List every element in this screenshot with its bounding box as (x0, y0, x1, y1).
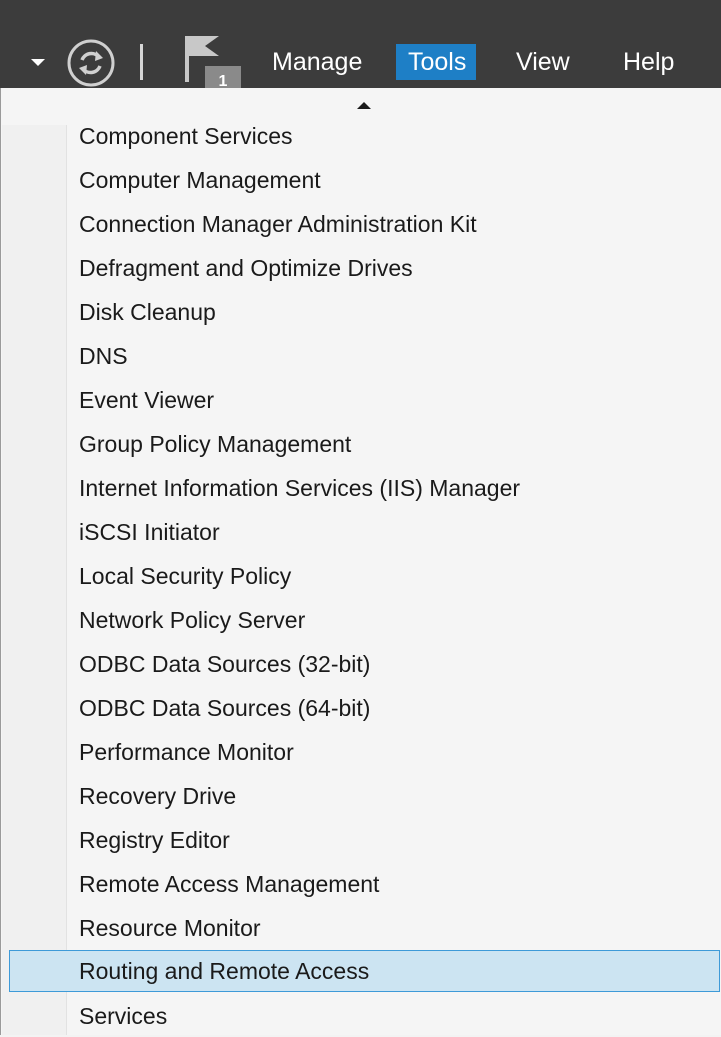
menu-item-local-security-policy[interactable]: Local Security Policy (9, 555, 720, 597)
menu-item-network-policy-server[interactable]: Network Policy Server (9, 599, 720, 641)
menu-item-event-viewer[interactable]: Event Viewer (9, 379, 720, 421)
menu-item-iis-manager[interactable]: Internet Information Services (IIS) Mana… (9, 467, 720, 509)
chevron-down-icon[interactable] (31, 59, 45, 66)
menu-item-label: Performance Monitor (79, 739, 294, 765)
menu-view[interactable]: View (504, 44, 582, 80)
menu-item-label: Event Viewer (79, 387, 215, 413)
menu-item-label: Local Security Policy (79, 563, 292, 589)
server-manager-toolbar: 1 Manage Tools View Help (0, 0, 721, 90)
menu-item-services[interactable]: Services (9, 995, 720, 1037)
menu-item-computer-management[interactable]: Computer Management (9, 159, 720, 201)
menu-item-resource-monitor[interactable]: Resource Monitor (9, 907, 720, 949)
menu-item-label: Services (79, 1003, 168, 1029)
menu-item-label: DNS (79, 343, 128, 369)
menu-item-label: ODBC Data Sources (32-bit) (79, 651, 371, 677)
menu-item-label: Resource Monitor (79, 915, 261, 941)
menu-item-routing-remote-access[interactable]: Routing and Remote Access (9, 950, 720, 992)
menu-item-label: Recovery Drive (79, 783, 237, 809)
menu-item-label: Disk Cleanup (79, 299, 216, 325)
menu-item-label: Computer Management (79, 167, 321, 193)
menu-item-label: Internet Information Services (IIS) Mana… (79, 475, 521, 501)
menu-item-registry-editor[interactable]: Registry Editor (9, 819, 720, 861)
menu-item-label: Remote Access Management (79, 871, 380, 897)
menu-item-label: Component Services (79, 123, 293, 149)
menu-item-label: Registry Editor (79, 827, 230, 853)
tools-dropdown-menu: Component Services Computer Management C… (0, 88, 721, 1035)
menu-item-performance-monitor[interactable]: Performance Monitor (9, 731, 720, 773)
menu-item-connection-manager-admin-kit[interactable]: Connection Manager Administration Kit (9, 203, 720, 245)
menu-item-component-services[interactable]: Component Services (9, 115, 720, 157)
menu-item-label: Network Policy Server (79, 607, 306, 633)
menu-item-label: iSCSI Initiator (79, 519, 220, 545)
menu-item-disk-cleanup[interactable]: Disk Cleanup (9, 291, 720, 333)
menu-item-label: ODBC Data Sources (64-bit) (79, 695, 371, 721)
menu-item-label: Connection Manager Administration Kit (79, 211, 477, 237)
refresh-icon[interactable] (66, 37, 118, 89)
menu-item-group-policy-management[interactable]: Group Policy Management (9, 423, 720, 465)
menu-item-iscsi-initiator[interactable]: iSCSI Initiator (9, 511, 720, 553)
scroll-up-arrow-icon[interactable] (357, 102, 371, 109)
menu-item-dns[interactable]: DNS (9, 335, 720, 377)
menu-item-label: Routing and Remote Access (79, 958, 370, 984)
menu-manage[interactable]: Manage (260, 44, 374, 80)
menu-item-odbc-32[interactable]: ODBC Data Sources (32-bit) (9, 643, 720, 685)
menu-item-defragment-drives[interactable]: Defragment and Optimize Drives (9, 247, 720, 289)
menu-item-recovery-drive[interactable]: Recovery Drive (9, 775, 720, 817)
menu-tools[interactable]: Tools (396, 44, 476, 80)
menu-item-label: Defragment and Optimize Drives (79, 255, 413, 281)
menu-help[interactable]: Help (611, 44, 686, 80)
toolbar-separator (140, 44, 143, 80)
menu-item-label: Group Policy Management (79, 431, 352, 457)
flag-icon[interactable]: 1 (183, 34, 243, 90)
menu-item-odbc-64[interactable]: ODBC Data Sources (64-bit) (9, 687, 720, 729)
menu-item-remote-access-management[interactable]: Remote Access Management (9, 863, 720, 905)
